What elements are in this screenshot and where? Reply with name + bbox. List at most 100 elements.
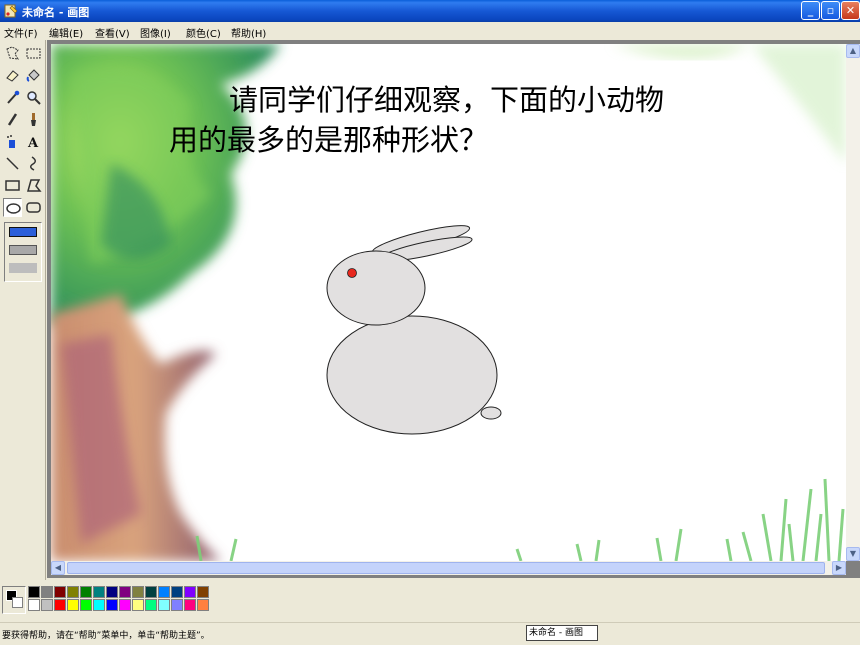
menu-file[interactable]: 文件(F) [4,25,38,40]
eraser-icon [6,70,19,82]
drawing-canvas[interactable]: 请同学们仔细观察，下面的小动物 用的最多的是那种形状？ [51,44,846,561]
free-form-select-tool[interactable] [3,44,22,63]
select-icon [26,48,41,59]
scroll-right-button[interactable]: ▶ [832,561,846,575]
menu-edit[interactable]: 编辑(E) [49,25,83,40]
rounded-rectangle-tool[interactable] [24,198,43,217]
pick-color-tool[interactable] [3,88,22,107]
fill-style-fill[interactable] [9,263,37,273]
background-color [12,597,23,608]
palette-swatch[interactable] [132,586,144,598]
question-line-2: 用的最多的是那种形状？ [169,123,489,157]
rounded-rectangle-icon [26,202,41,213]
rabbit-tail [480,406,502,420]
pencil-icon [7,113,18,126]
menu-help[interactable]: 帮助(H) [231,25,266,40]
palette-swatch[interactable] [184,599,196,611]
magnifier-tool[interactable] [24,88,43,107]
fill-style-outline[interactable] [9,227,37,237]
free-form-select-icon [6,46,19,60]
rabbit-drawing [326,225,502,435]
status-help-text: 要获得帮助，请在“帮助”菜单中，单击“帮助主题”。 [2,631,210,641]
palette-swatch[interactable] [145,586,157,598]
close-icon: ✕ [845,4,856,17]
title-bar: 未命名 - 画图 _ ▫ ✕ [0,0,860,22]
question-line-1: 请同学们仔细观察，下面的小动物 [229,83,665,117]
palette-swatch[interactable] [119,586,131,598]
close-button[interactable]: ✕ [841,1,860,20]
curve-tool[interactable] [24,154,43,173]
ellipse-icon [6,203,21,214]
rabbit-head [326,250,426,326]
palette-swatch[interactable] [158,586,170,598]
palette-swatch[interactable] [80,599,92,611]
vertical-scrollbar[interactable]: ▲ ▼ [846,44,860,561]
airbrush-tool[interactable] [3,132,22,151]
scroll-up-button[interactable]: ▲ [846,44,860,58]
palette-swatch[interactable] [80,586,92,598]
question-text: 请同学们仔细观察，下面的小动物 用的最多的是那种形状？ [169,80,769,160]
horizontal-scrollbar[interactable]: ◀ ▶ [51,561,846,575]
palette-swatch[interactable] [171,599,183,611]
maximize-button[interactable]: ▫ [821,1,840,20]
palette-swatch[interactable] [106,586,118,598]
palette-swatch[interactable] [184,586,196,598]
status-bar: 要获得帮助，请在“帮助”菜单中，单击“帮助主题”。 未命名 - 画图 [0,622,860,645]
text-tool[interactable]: A [24,132,43,151]
palette-swatch[interactable] [158,599,170,611]
canvas-workspace: 请同学们仔细观察，下面的小动物 用的最多的是那种形状？ ▲ ▼ ◀ ▶ [47,40,860,578]
palette-swatch[interactable] [93,599,105,611]
palette-swatch[interactable] [145,599,157,611]
maximize-icon: ▫ [826,4,835,17]
curve-icon [30,156,36,171]
chevron-left-icon: ◀ [54,563,62,572]
minimize-icon: _ [807,4,814,17]
palette-swatch[interactable] [54,599,66,611]
line-tool[interactable] [3,154,22,173]
text-icon: A [27,136,39,151]
current-colors[interactable] [2,586,26,614]
svg-text:A: A [27,136,39,151]
fill-icon [26,69,40,82]
palette-swatch[interactable] [93,586,105,598]
palette-swatch[interactable] [28,599,40,611]
fill-tool[interactable] [24,66,43,85]
menu-image[interactable]: 图像(I) [140,25,171,40]
palette-swatch[interactable] [106,599,118,611]
scroll-left-button[interactable]: ◀ [51,561,65,575]
menu-view[interactable]: 查看(V) [95,25,130,40]
fill-style-outline-fill[interactable] [9,245,37,255]
palette-swatch[interactable] [41,599,53,611]
palette-swatch[interactable] [171,586,183,598]
palette-swatch[interactable] [54,586,66,598]
chevron-up-icon: ▲ [849,46,857,55]
brush-tool[interactable] [24,110,43,129]
polygon-tool[interactable] [24,176,43,195]
grass [195,478,845,561]
fill-style-options [4,222,42,282]
palette-swatch[interactable] [28,586,40,598]
palette-swatch[interactable] [67,599,79,611]
menu-colors[interactable]: 颜色(C) [186,25,221,40]
airbrush-icon [7,135,15,148]
paint-app-icon [4,4,18,18]
pencil-tool[interactable] [3,110,22,129]
minimize-button[interactable]: _ [801,1,820,20]
scroll-down-button[interactable]: ▼ [846,547,860,561]
polygon-icon [27,179,42,192]
taskbar-button[interactable]: 未命名 - 画图 [526,625,598,641]
palette-swatch[interactable] [197,586,209,598]
palette-swatch[interactable] [119,599,131,611]
chevron-down-icon: ▼ [849,549,857,558]
eraser-tool[interactable] [3,66,22,85]
ellipse-tool[interactable] [3,198,22,217]
palette-swatch[interactable] [197,599,209,611]
chevron-right-icon: ▶ [835,563,843,572]
rectangle-tool[interactable] [3,176,22,195]
horizontal-scroll-thumb[interactable] [67,562,825,574]
palette-swatch[interactable] [132,599,144,611]
palette-swatch[interactable] [67,586,79,598]
select-tool[interactable] [24,44,43,63]
rabbit-eye [347,268,357,278]
palette-swatch[interactable] [41,586,53,598]
